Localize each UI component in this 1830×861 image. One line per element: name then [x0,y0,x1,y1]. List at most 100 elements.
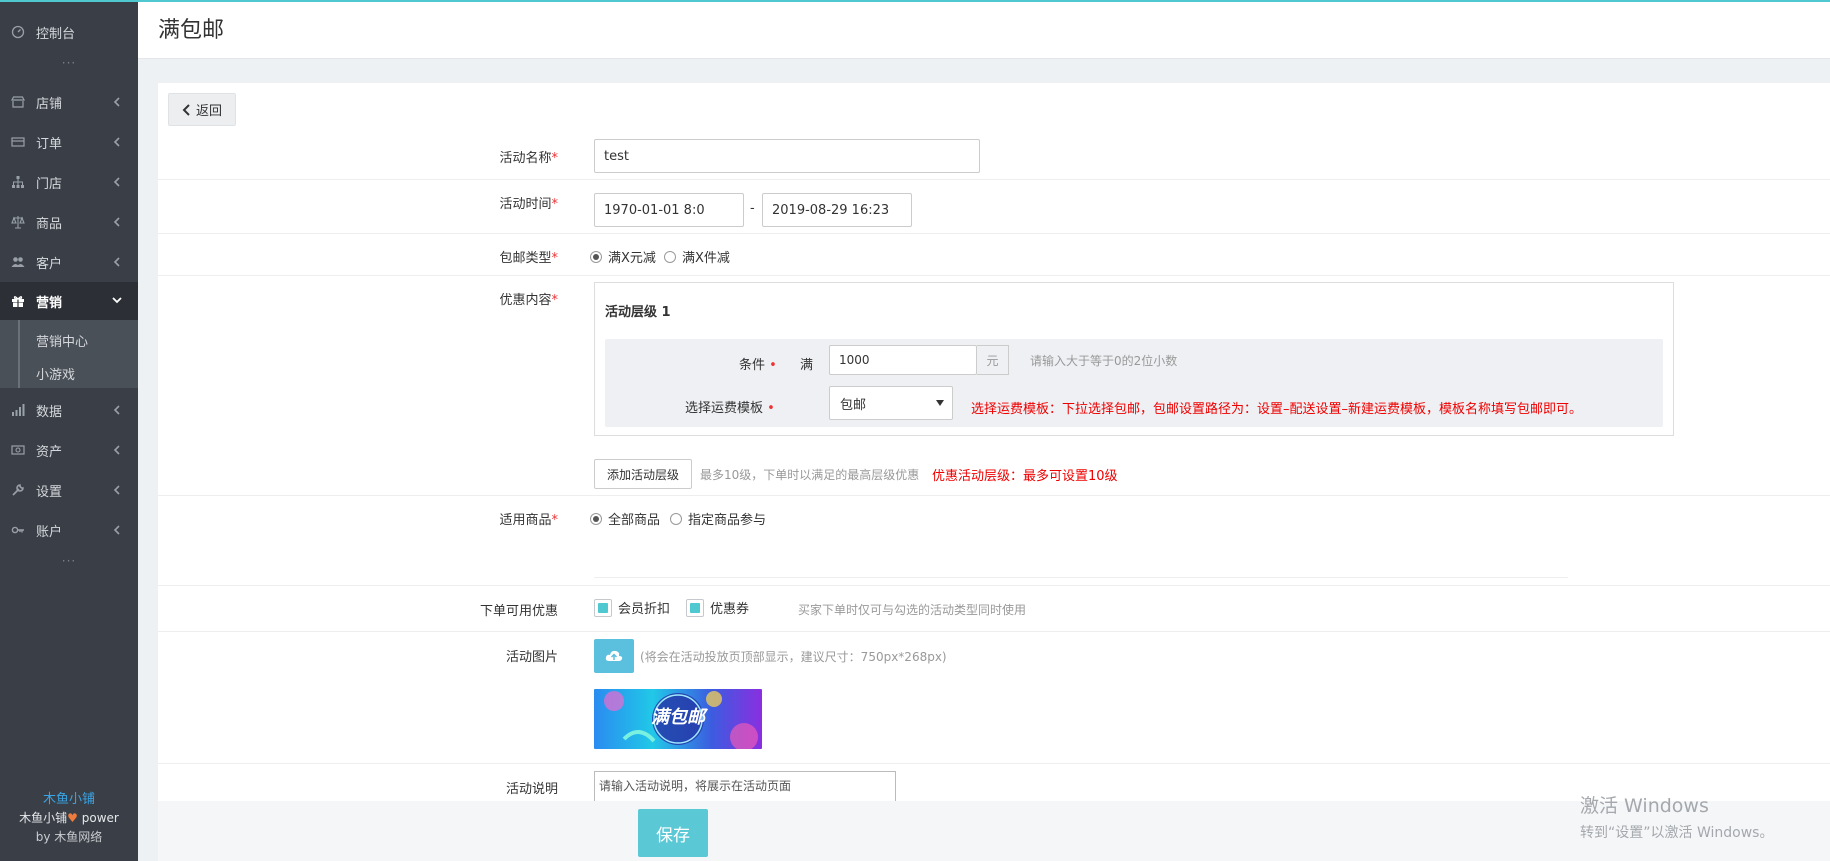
chevron-left-icon [113,485,120,495]
money-icon [10,442,26,458]
sidebar-item-shops[interactable]: 门店 [0,164,138,200]
end-time-input[interactable]: 2019-08-29 16:23 [762,193,912,227]
row-divider [594,577,1568,578]
activity-name-input[interactable]: test [594,139,980,173]
key-icon [10,522,26,538]
sidebar-item-store[interactable]: 店铺 [0,84,138,120]
chevron-left-icon [182,103,190,116]
required-mark: • [769,358,777,373]
footer-brand[interactable]: 木鱼小铺 [0,790,138,809]
shipping-template-select[interactable]: 包邮 [829,386,953,420]
goods-label: 适用商品* [158,509,558,528]
condition-label-text: 条件 [739,358,766,373]
back-button[interactable]: 返回 [168,93,236,126]
sitemap-icon [10,174,26,190]
bar-chart-icon [10,402,26,418]
row-divider [158,233,1830,234]
type-radio-count[interactable]: 满X件减 [664,247,730,266]
start-time-input[interactable]: 1970-01-01 8:0 [594,193,744,227]
condition-amount-input[interactable]: 1000 [829,345,977,375]
activity-time-label-text: 活动时间 [499,197,552,212]
activity-name-label-text: 活动名称 [499,151,552,166]
chevron-left-icon [113,97,120,107]
sidebar-item-dashboard[interactable]: 控制台 [0,14,138,50]
row-divider [158,585,1830,586]
users-icon [10,254,26,270]
required-mark: * [551,197,559,212]
row-divider [158,275,1830,276]
tier-settings: 条件 • 满 1000 元 请输入大于等于0的2位小数 选择运费模板 • 包邮 … [605,339,1663,427]
upload-button[interactable] [594,639,634,673]
sidebar-item-settings[interactable]: 设置 [0,472,138,508]
template-label: 选择运费模板 • [685,397,775,416]
sidebar-item-label: 控制台 [36,26,76,42]
tier-title: 活动层级 1 [605,305,671,320]
chevron-left-icon [113,445,120,455]
sidebar-item-order[interactable]: 订单 [0,124,138,160]
dashboard-icon [10,24,26,40]
condition-hint: 请输入大于等于0的2位小数 [1030,354,1178,368]
row-divider [158,763,1830,764]
required-mark: * [551,251,559,266]
condition-unit: 元 [977,345,1009,375]
sidebar-item-label: 设置 [36,484,63,500]
sidebar-item-label: 资产 [36,444,63,460]
shipping-type-label-text: 包邮类型 [499,251,552,266]
sidebar-item-account[interactable]: 账户 [0,512,138,548]
sidebar-item-goods[interactable]: 商品 [0,204,138,240]
sidebar-item-assets[interactable]: 资产 [0,432,138,468]
footer-power: 木鱼小铺♥ power [0,809,138,828]
footer-power-suffix: power [77,811,119,825]
type-radio-amount[interactable]: 满X元减 [590,247,656,266]
watermark-line1: 激活 Windows [1580,795,1709,817]
add-tier-button[interactable]: 添加活动层级 [594,459,692,489]
sidebar-item-marketing[interactable]: 营销 [0,282,138,320]
stackable-hint: 买家下单时仅可与勾选的活动类型同时使用 [798,603,1027,617]
form-panel: 返回 活动名称* test 活动时间* 1970-01-01 8:0 - 201… [158,83,1830,861]
required-mark: • [767,401,775,416]
condition-label: 条件 • [739,354,777,373]
chevron-left-icon [113,137,120,147]
chevron-left-icon [113,217,120,227]
marketing-submenu: 营销中心 小游戏 [0,320,138,388]
watermark-line2: 转到“设置”以激活 Windows。 [1580,825,1774,841]
radio-label: 满X元减 [608,251,656,266]
coupon-checkbox[interactable]: 优惠券 [686,598,749,617]
banner-text: 满包邮 [651,707,705,728]
radio-dot [590,512,602,525]
chevron-left-icon [113,177,120,187]
wrench-icon [10,482,26,498]
required-mark: * [551,151,559,166]
goods-radio-specified[interactable]: 指定商品参与 [670,509,766,528]
checkbox-box [594,598,612,617]
sidebar-item-customers[interactable]: 客户 [0,244,138,280]
template-label-text: 选择运费模板 [685,401,764,416]
sidebar-dots: ··· [61,554,77,568]
sidebar: 控制台 ··· 店铺 订单 门店 商品 客户 营销 营销中心 小游戏 数据 资产… [0,0,138,861]
page-title: 满包邮 [158,18,225,43]
chevron-down-icon [112,297,122,304]
sidebar-item-data[interactable]: 数据 [0,392,138,428]
sidebar-item-label: 营销 [36,295,63,311]
windows-activation-watermark: 激活 Windows 转到“设置”以激活 Windows。 [1580,791,1773,842]
submenu-item-mini-games[interactable]: 小游戏 [36,364,75,383]
image-hint: (将会在活动投放页顶部显示，建议尺寸：750px*268px) [640,650,947,664]
tier-note: 优惠活动层级：最多可设置10级 [932,469,1118,484]
sidebar-item-label: 数据 [36,404,63,420]
activity-time-label: 活动时间* [158,193,558,212]
discount-content-label: 优惠内容* [158,289,558,308]
template-note: 选择运费模板：下拉选择包邮，包邮设置路径为：设置–配送设置–新建运费模板，模板名… [971,402,1583,417]
radio-dot [590,250,602,263]
radio-label: 全部商品 [608,513,661,528]
shipping-type-label: 包邮类型* [158,247,558,266]
discount-content-label-text: 优惠内容 [499,293,552,308]
member-discount-checkbox[interactable]: 会员折扣 [594,598,670,617]
save-button[interactable]: 保存 [638,809,708,857]
row-divider [158,631,1830,632]
activity-banner-image[interactable]: 满包邮 [594,689,762,749]
goods-radio-all[interactable]: 全部商品 [590,509,660,528]
chevron-left-icon [113,525,120,535]
heart-icon: ♥ [67,811,78,825]
submenu-item-marketing-center[interactable]: 营销中心 [36,331,88,350]
required-mark: * [551,293,559,308]
